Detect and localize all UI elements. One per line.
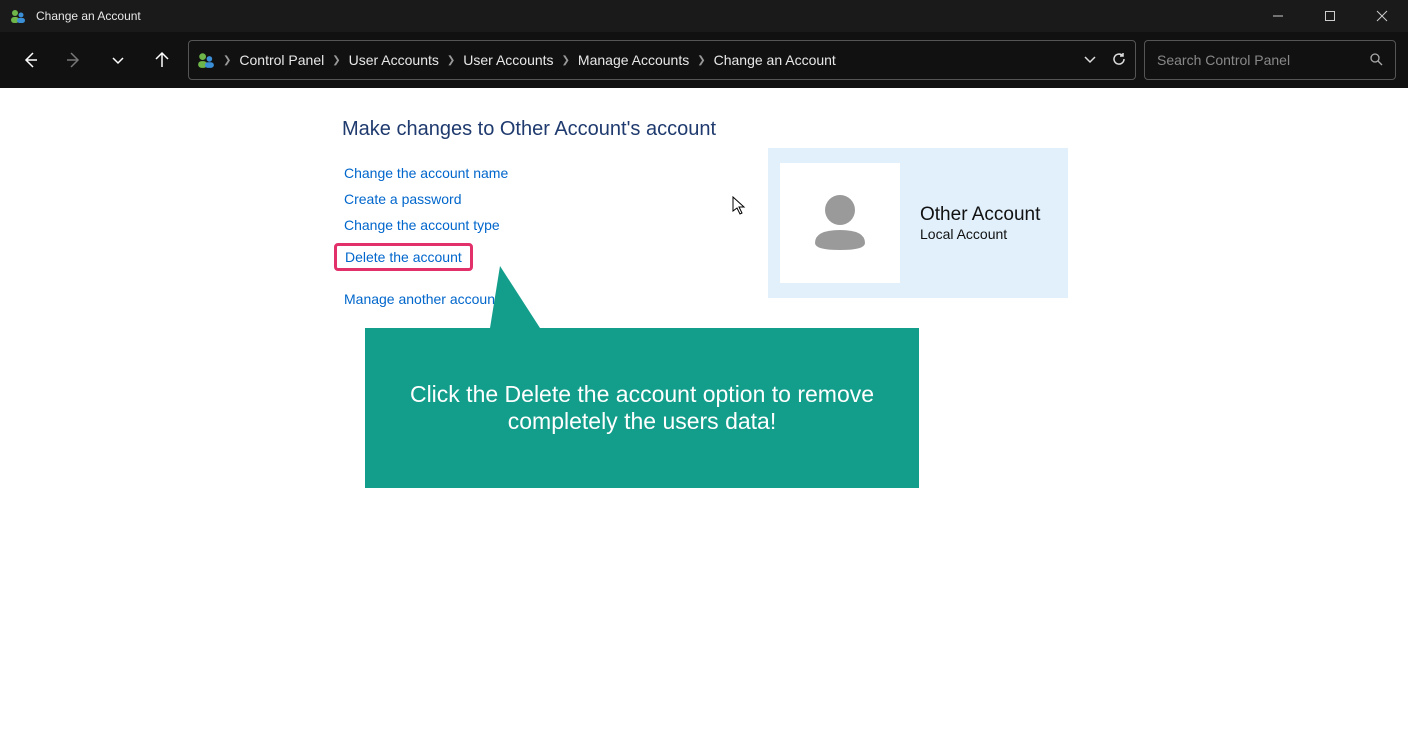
search-input[interactable]: Search Control Panel (1144, 40, 1396, 80)
address-bar[interactable]: ❯ Control Panel ❯ User Accounts ❯ User A… (188, 40, 1136, 80)
user-accounts-icon (197, 51, 215, 69)
forward-button[interactable] (56, 42, 92, 78)
up-button[interactable] (144, 42, 180, 78)
instruction-callout: Click the Delete the account option to r… (365, 328, 919, 488)
breadcrumb-item[interactable]: Control Panel (239, 52, 324, 68)
account-type: Local Account (920, 226, 1040, 242)
toolbar: ❯ Control Panel ❯ User Accounts ❯ User A… (0, 32, 1408, 88)
account-name: Other Account (920, 204, 1040, 226)
page-heading: Make changes to Other Account's account (342, 118, 1408, 141)
chevron-right-icon[interactable]: ❯ (223, 55, 231, 66)
breadcrumb-item[interactable]: User Accounts (349, 52, 439, 68)
search-icon (1369, 52, 1383, 69)
breadcrumb-item[interactable]: User Accounts (463, 52, 553, 68)
recent-locations-button[interactable] (100, 42, 136, 78)
window-title: Change an Account (36, 9, 141, 23)
change-account-type-link[interactable]: Change the account type (342, 217, 502, 233)
chevron-right-icon[interactable]: ❯ (447, 55, 455, 66)
callout-text: Click the Delete the account option to r… (405, 381, 879, 435)
back-button[interactable] (12, 42, 48, 78)
callout-tail (490, 266, 540, 328)
account-info: Other Account Local Account (920, 204, 1040, 242)
content-area: Make changes to Other Account's account … (0, 88, 1408, 742)
delete-account-link[interactable]: Delete the account (334, 243, 473, 271)
breadcrumb-item[interactable]: Change an Account (714, 52, 836, 68)
breadcrumb-item[interactable]: Manage Accounts (578, 52, 689, 68)
chevron-right-icon[interactable]: ❯ (697, 55, 705, 66)
manage-another-account-link[interactable]: Manage another account (342, 291, 501, 307)
change-account-name-link[interactable]: Change the account name (342, 165, 510, 181)
maximize-button[interactable] (1304, 0, 1356, 32)
create-password-link[interactable]: Create a password (342, 191, 464, 207)
avatar (780, 163, 900, 283)
address-dropdown-button[interactable] (1083, 52, 1097, 69)
account-card[interactable]: Other Account Local Account (768, 148, 1068, 298)
chevron-right-icon[interactable]: ❯ (332, 55, 340, 66)
titlebar: Change an Account (0, 0, 1408, 32)
refresh-button[interactable] (1111, 51, 1127, 70)
window-controls (1252, 0, 1408, 32)
close-button[interactable] (1356, 0, 1408, 32)
chevron-right-icon[interactable]: ❯ (562, 55, 570, 66)
user-accounts-icon (10, 8, 26, 24)
user-avatar-icon (805, 188, 875, 258)
minimize-button[interactable] (1252, 0, 1304, 32)
search-placeholder: Search Control Panel (1157, 52, 1369, 68)
